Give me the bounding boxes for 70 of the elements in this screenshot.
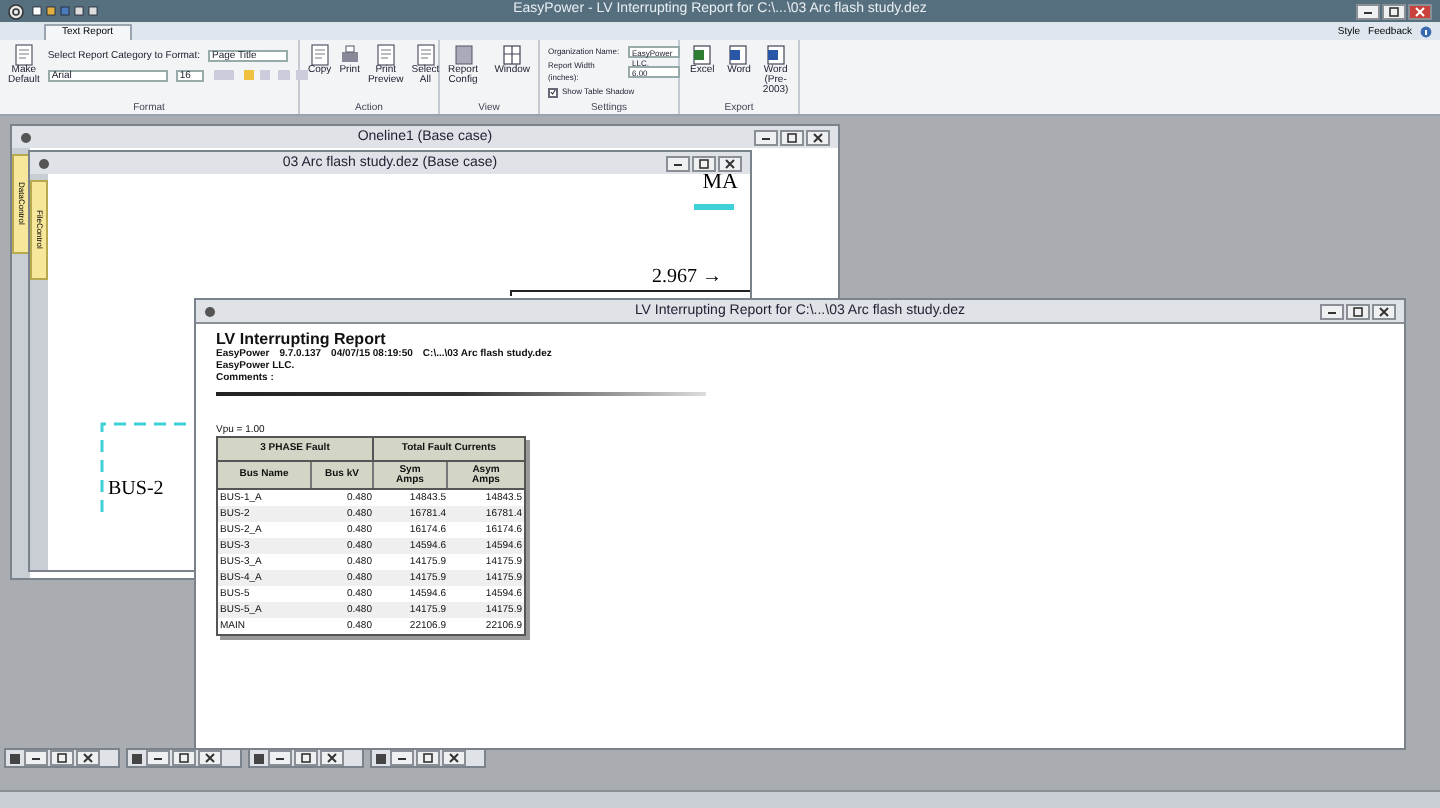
close-icon (1378, 305, 1390, 317)
document-icon (13, 44, 34, 66)
close-button[interactable] (320, 750, 344, 766)
bus-label: BUS-2 (108, 476, 164, 504)
minimized-window[interactable] (126, 748, 242, 768)
minimize-button[interactable] (390, 750, 414, 766)
maximize-button[interactable] (172, 750, 196, 766)
close-icon (812, 131, 824, 143)
close-button[interactable] (198, 750, 222, 766)
window-menu-icon (10, 753, 20, 763)
checkbox[interactable] (548, 87, 558, 97)
minimize-button[interactable] (1320, 303, 1344, 319)
printer-icon (339, 44, 360, 66)
maximize-icon (1352, 305, 1364, 317)
maximize-button[interactable] (416, 750, 440, 766)
bus-line (694, 204, 734, 210)
window-menu-icon (376, 753, 386, 763)
maximize-icon (1388, 5, 1400, 17)
minimize-button[interactable] (268, 750, 292, 766)
minimize-button[interactable] (754, 129, 778, 145)
window-icon (502, 44, 523, 66)
close-icon (448, 752, 460, 764)
document-icon (765, 44, 786, 66)
close-button[interactable] (718, 155, 742, 171)
maximize-button[interactable] (1382, 3, 1406, 19)
close-icon (326, 752, 338, 764)
window-menu-icon (38, 157, 50, 169)
close-button[interactable] (1372, 303, 1396, 319)
preview-icon (375, 44, 396, 66)
bus-label: MA (702, 174, 738, 198)
minimize-icon (152, 752, 164, 764)
minimize-button[interactable] (666, 155, 690, 171)
maximize-button[interactable] (1346, 303, 1370, 319)
minimize-button[interactable] (146, 750, 170, 766)
minimized-window[interactable] (4, 748, 120, 768)
maximize-button[interactable] (692, 155, 716, 171)
spreadsheet-icon (692, 44, 713, 66)
close-icon (82, 752, 94, 764)
close-icon (204, 752, 216, 764)
close-button[interactable] (76, 750, 100, 766)
minimize-button[interactable] (24, 750, 48, 766)
report-heading: LV Interrupting Report (216, 330, 386, 348)
minimize-button[interactable] (1356, 3, 1380, 19)
close-icon (724, 157, 736, 169)
maximize-button[interactable] (780, 129, 804, 145)
window-menu-icon (254, 753, 264, 763)
maximize-icon (698, 157, 710, 169)
maximize-icon (56, 752, 68, 764)
minimized-window[interactable] (370, 748, 486, 768)
close-button[interactable] (1408, 3, 1432, 19)
close-button[interactable] (442, 750, 466, 766)
maximize-icon (300, 752, 312, 764)
close-icon (1414, 5, 1426, 17)
minimized-window[interactable] (248, 748, 364, 768)
window-menu-icon (204, 305, 216, 317)
maximize-button[interactable] (294, 750, 318, 766)
window-menu-icon (20, 131, 32, 143)
document-icon (309, 44, 330, 66)
maximize-button[interactable] (50, 750, 74, 766)
document-icon (415, 44, 436, 66)
maximize-icon (178, 752, 190, 764)
value-label: 2.967 → (652, 264, 722, 292)
document-icon (728, 44, 749, 66)
minimize-icon (30, 752, 42, 764)
maximize-icon (422, 752, 434, 764)
window-menu-icon (132, 753, 142, 763)
help-icon (1420, 26, 1432, 38)
close-button[interactable] (806, 129, 830, 145)
check-icon (550, 88, 556, 96)
maximize-icon (786, 131, 798, 143)
